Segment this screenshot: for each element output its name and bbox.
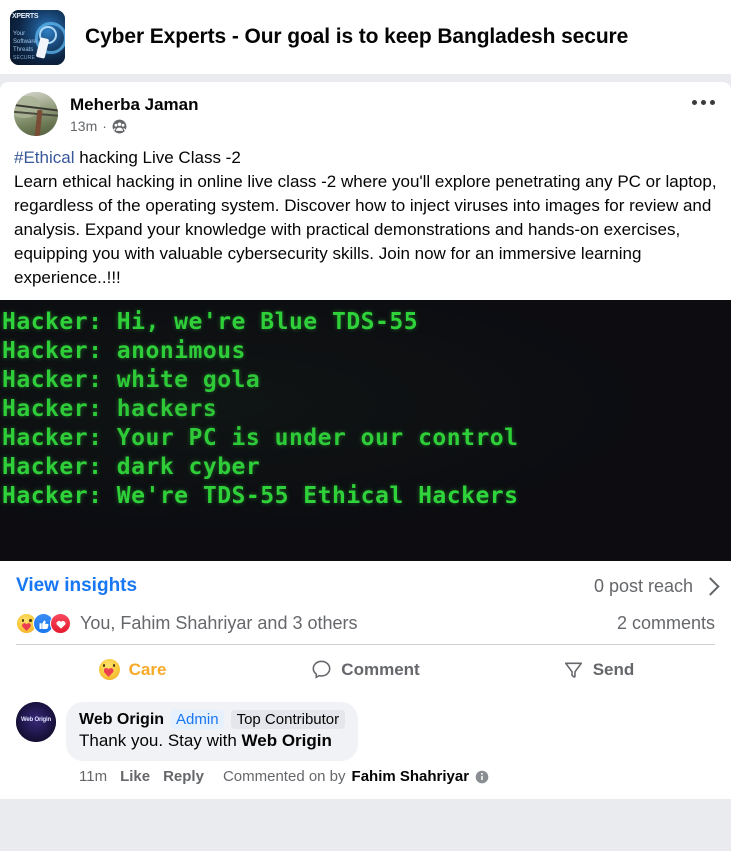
facebook-post-page: XPERTS Your Software Threats SECURE Cybe… (0, 0, 731, 851)
group-header: XPERTS Your Software Threats SECURE Cybe… (0, 0, 731, 74)
post-header-meta: Meherba Jaman 13m · (70, 92, 199, 134)
post-text: #Ethical hacking Live Class -2 Learn eth… (0, 140, 731, 300)
comment-text: Thank you. Stay with Web Origin (79, 730, 345, 752)
post-action-bar: Care Comment Send (16, 644, 715, 694)
post-hashtag[interactable]: #Ethical (14, 148, 74, 167)
comments-count[interactable]: 2 comments (617, 613, 715, 634)
insights-row: View insights 0 post reach (0, 561, 731, 609)
post-reach-button[interactable]: 0 post reach (593, 575, 720, 597)
care-icon-heart (104, 668, 114, 677)
view-insights-link[interactable]: View insights (16, 575, 137, 597)
comment-header: Web Origin Admin Top Contributor (79, 710, 346, 729)
group-avatar-top-text: XPERTS (12, 12, 39, 20)
care-eye-right (29, 619, 32, 622)
comment-body: Web Origin Admin Top Contributor Thank y… (66, 702, 489, 785)
post-attachment-terminal-image[interactable]: Hacker: Hi, we're Blue TDS-55 Hacker: an… (0, 300, 731, 561)
post-sub-separator: · (102, 118, 107, 134)
group-title[interactable]: Cyber Experts - Our goal is to keep Bang… (85, 25, 628, 49)
terminal-line: Hacker: dark cyber (2, 454, 261, 480)
commented-on-by: Commented on by Fahim Shahriyar (223, 768, 489, 785)
comment-item: Web Origin Web Origin Admin Top Contribu… (0, 694, 731, 799)
care-icon-eye-left (103, 664, 106, 667)
terminal-line: Hacker: anonimous (2, 338, 246, 364)
post-body: Learn ethical hacking in online live cla… (14, 172, 717, 287)
send-button-label: Send (592, 659, 635, 679)
care-eye-left (21, 619, 24, 622)
group-avatar-mid-text: Your Software Threats (13, 30, 37, 53)
comment-author-name[interactable]: Web Origin (79, 711, 164, 729)
post-author-name[interactable]: Meherba Jaman (70, 94, 199, 115)
post-reach-label: 0 post reach (593, 575, 693, 596)
comment-author-avatar[interactable]: Web Origin (16, 702, 56, 742)
reactions-row: You, Fahim Shahriyar and 3 others 2 comm… (0, 609, 731, 644)
care-heart (22, 623, 31, 631)
post-card: Meherba Jaman 13m · #Ethical hacking Liv… (0, 82, 731, 799)
group-avatar[interactable]: XPERTS Your Software Threats SECURE (10, 9, 65, 65)
post-timestamp[interactable]: 13m (70, 118, 97, 134)
author-avatar[interactable] (14, 92, 58, 136)
terminal-line: Hacker: We're TDS-55 Ethical Hackers (2, 483, 519, 509)
top-contributor-badge: Top Contributor (230, 710, 346, 729)
comment-text-bold: Web Origin (241, 731, 332, 750)
commented-on-by-prefix: Commented on by (222, 768, 346, 785)
terminal-line: Hacker: Hi, we're Blue TDS-55 (2, 309, 419, 335)
comment-icon (312, 660, 331, 679)
post-header: Meherba Jaman 13m · (0, 82, 731, 140)
reactions-summary[interactable]: You, Fahim Shahriyar and 3 others (80, 613, 358, 634)
terminal-line: Hacker: Your PC is under our control (2, 425, 519, 451)
terminal-line: Hacker: white gola (2, 367, 261, 393)
reactions-left: You, Fahim Shahriyar and 3 others (16, 613, 358, 634)
more-dot-1 (692, 100, 697, 105)
comment-timestamp[interactable]: 11m (79, 768, 107, 785)
group-avatar-bottom-text: SECURE (13, 54, 36, 61)
admin-badge: Admin (171, 710, 224, 729)
love-reaction-icon (50, 613, 71, 634)
reaction-icons[interactable] (16, 613, 71, 634)
post-title-rest: hacking Live Class -2 (74, 148, 241, 167)
post-more-options-button[interactable] (692, 100, 715, 105)
group-privacy-icon[interactable] (112, 119, 127, 134)
more-dot-2 (701, 100, 706, 105)
care-button[interactable]: Care (16, 652, 249, 687)
comment-button-label: Comment (341, 659, 420, 679)
send-button[interactable]: Send (482, 652, 715, 687)
comment-footer: 11m Like Reply Commented on by Fahim Sha… (79, 768, 489, 785)
info-icon[interactable] (475, 770, 489, 784)
comment-text-start: Thank you. Stay with (79, 731, 242, 750)
post-title-line: #Ethical hacking Live Class -2 (14, 146, 717, 170)
chevron-right-icon (701, 576, 720, 596)
care-icon (98, 659, 120, 680)
more-dot-3 (710, 100, 715, 105)
comment-avatar-label: Web Origin (21, 717, 51, 723)
comment-like-button[interactable]: Like (120, 768, 150, 785)
commented-on-by-name[interactable]: Fahim Shahriyar (352, 768, 470, 785)
comment-bubble: Web Origin Admin Top Contributor Thank y… (66, 702, 359, 761)
comment-button[interactable]: Comment (249, 652, 482, 687)
send-icon (564, 662, 582, 678)
care-icon-eye-right (112, 664, 116, 667)
terminal-line: Hacker: hackers (2, 396, 218, 422)
care-button-label: Care (128, 659, 167, 679)
comment-reply-button[interactable]: Reply (163, 768, 204, 785)
post-subline: 13m · (70, 118, 199, 134)
